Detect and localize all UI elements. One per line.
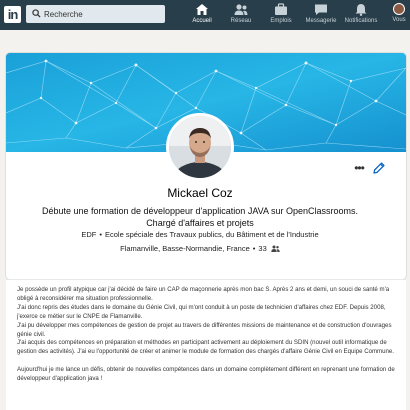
nav-notifications-label: Notifications bbox=[344, 18, 378, 24]
nav-network-label: Réseau bbox=[230, 18, 252, 24]
connections-count[interactable]: 33 bbox=[258, 244, 266, 253]
school-link[interactable]: Ecole spéciale des Travaux publics, du B… bbox=[105, 230, 319, 239]
nav-notifications[interactable]: Notifications bbox=[340, 3, 382, 29]
company-link[interactable]: EDF bbox=[81, 230, 96, 239]
summary-spacer bbox=[17, 357, 395, 366]
search-input[interactable] bbox=[44, 5, 162, 23]
profile-photo[interactable] bbox=[166, 113, 234, 181]
separator-dot: • bbox=[252, 244, 256, 253]
profile-headline: Débute une formation de développeur d'ap… bbox=[6, 205, 394, 229]
profile-card: ••• Mickael Coz Débute une formation de … bbox=[6, 53, 406, 279]
summary-paragraph: J'ai donc repris des études dans le doma… bbox=[17, 303, 386, 320]
top-navigation-bar: in Accueil Réseau Emplois M bbox=[0, 0, 410, 30]
summary-paragraph: Aujourd'hui je me lance un défis, obteni… bbox=[17, 366, 395, 383]
profile-name: Mickael Coz bbox=[167, 186, 233, 200]
headline-line-1: Débute une formation de développeur d'ap… bbox=[41, 206, 359, 216]
notifications-icon bbox=[355, 4, 367, 16]
nav-home-label: Accueil bbox=[192, 18, 212, 24]
nav-jobs[interactable]: Emplois bbox=[260, 3, 302, 29]
summary-paragraph: Je possède un profil atypique car j'ai d… bbox=[17, 286, 390, 302]
headline-line-2: Chargé d'affaires et projets bbox=[146, 218, 254, 228]
profile-company-school: EDF • Ecole spéciale des Travaux publics, … bbox=[6, 230, 394, 239]
home-icon bbox=[196, 4, 208, 15]
more-actions-button[interactable]: ••• bbox=[352, 162, 366, 174]
profile-summary: Je possède un profil atypique car j'ai d… bbox=[6, 279, 406, 410]
profile-location-row: Flamanville, Basse-Normandie, France • 33 bbox=[6, 244, 394, 253]
edit-pencil-icon[interactable] bbox=[372, 161, 386, 175]
search-box[interactable] bbox=[26, 5, 165, 23]
nav-me-label: Vous bbox=[392, 17, 406, 23]
nav-home[interactable]: Accueil bbox=[181, 3, 223, 29]
search-icon bbox=[32, 9, 41, 18]
nav-me[interactable]: Vous bbox=[389, 3, 409, 29]
messaging-icon bbox=[315, 4, 327, 15]
user-avatar bbox=[393, 3, 405, 15]
profile-photo-image bbox=[169, 116, 231, 178]
nav-jobs-label: Emplois bbox=[270, 18, 292, 24]
profile-location: Flamanville, Basse-Normandie, France bbox=[120, 244, 250, 253]
summary-paragraph: J'ai pu développer mes compétences de ge… bbox=[17, 321, 392, 338]
separator-dot: • bbox=[99, 230, 102, 239]
linkedin-logo[interactable]: in bbox=[4, 6, 21, 23]
connections-icon bbox=[271, 245, 280, 252]
summary-paragraph: J'ai acquis des compétences en préparati… bbox=[17, 339, 394, 356]
nav-messaging-label: Messagerie bbox=[305, 18, 337, 24]
jobs-icon bbox=[275, 3, 287, 15]
nav-messaging[interactable]: Messagerie bbox=[300, 3, 342, 29]
nav-network[interactable]: Réseau bbox=[220, 3, 262, 29]
network-icon bbox=[234, 4, 248, 15]
